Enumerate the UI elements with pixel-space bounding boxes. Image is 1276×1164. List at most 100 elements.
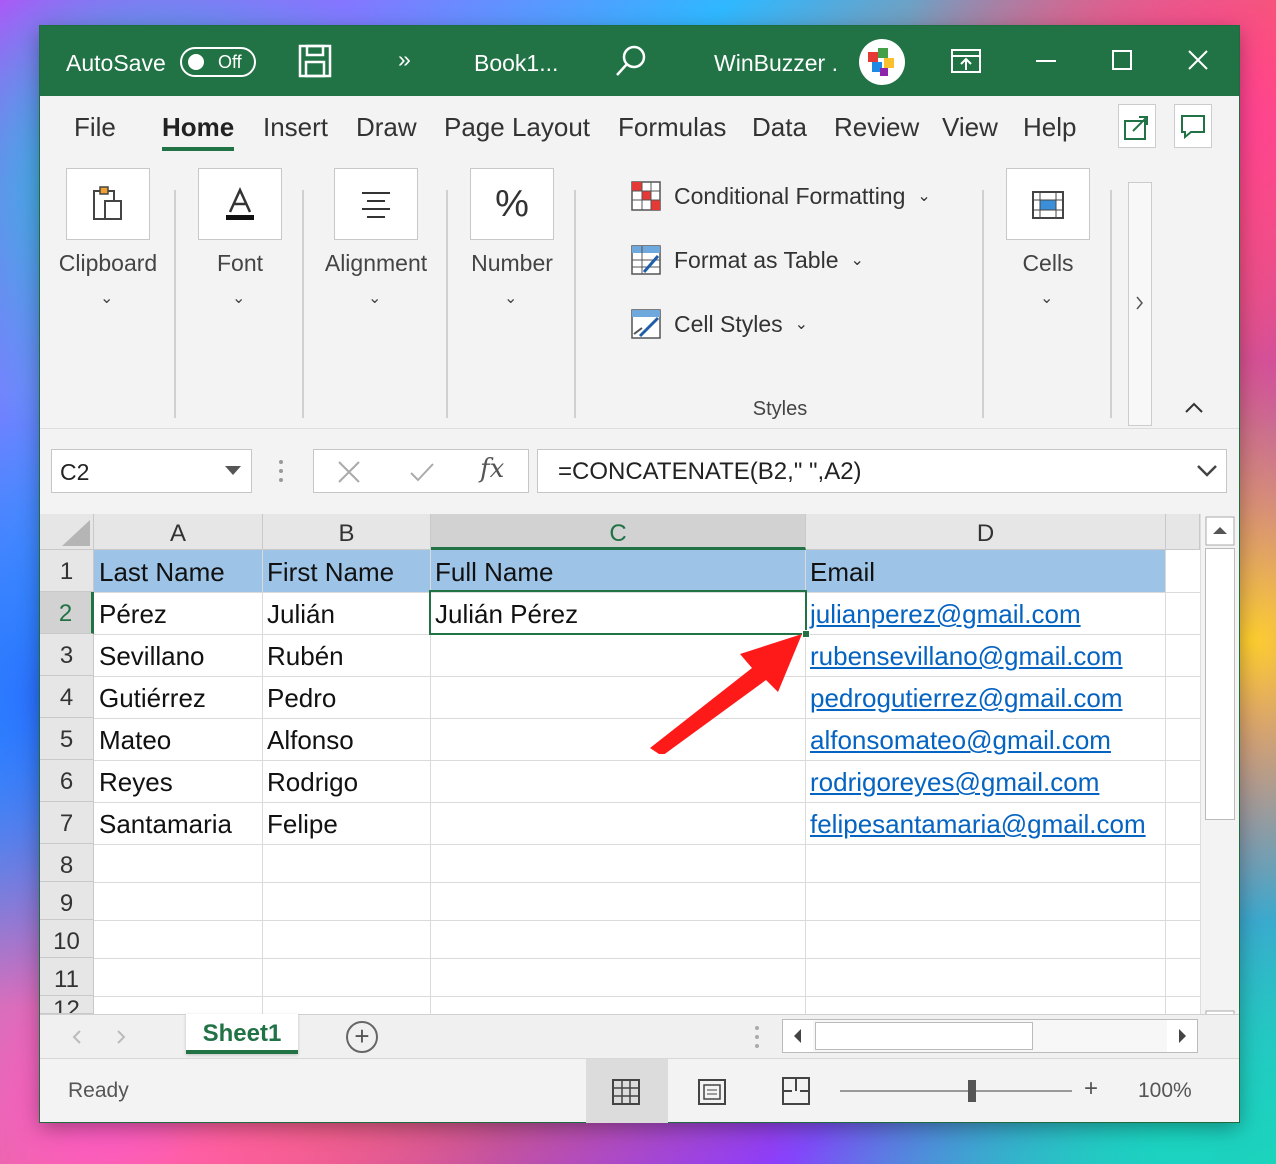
overflow-icon[interactable]: » — [398, 46, 411, 73]
tab-review[interactable]: Review — [834, 112, 919, 143]
page-layout-view-icon[interactable] — [698, 1079, 726, 1105]
column-header-c[interactable]: C — [431, 514, 806, 550]
collapse-ribbon-icon[interactable] — [1182, 398, 1206, 422]
column-header-a[interactable]: A — [94, 514, 263, 550]
cell-styles-button[interactable]: Cell Styles ⌄ — [630, 308, 808, 340]
page-break-view-icon[interactable] — [782, 1077, 810, 1105]
ribbon-scroll[interactable] — [1128, 182, 1152, 426]
normal-view-button[interactable] — [586, 1059, 668, 1123]
alignment-button[interactable] — [334, 168, 418, 240]
cell-a6[interactable]: Reyes — [99, 767, 173, 798]
cell-d7[interactable]: felipesantamaria@gmail.com — [810, 809, 1146, 840]
cell-b2[interactable]: Julián — [267, 599, 335, 630]
row-header-12[interactable]: 12 — [40, 996, 94, 1014]
row-header-2[interactable]: 2 — [40, 592, 94, 634]
tab-home[interactable]: Home — [162, 112, 235, 151]
cell-b3[interactable]: Rubén — [267, 641, 344, 672]
zoom-slider[interactable] — [840, 1080, 1072, 1102]
autosave-toggle[interactable]: Off — [180, 47, 256, 77]
cells-button[interactable] — [1006, 168, 1090, 240]
cell-a5[interactable]: Mateo — [99, 725, 171, 756]
chevron-down-icon[interactable]: ⌄ — [232, 288, 245, 307]
h-scroll-thumb[interactable] — [815, 1022, 1033, 1050]
tab-file[interactable]: File — [74, 112, 116, 143]
tab-page-layout[interactable]: Page Layout — [444, 112, 590, 143]
horizontal-scrollbar[interactable] — [782, 1019, 1198, 1053]
comments-button[interactable] — [1174, 104, 1212, 148]
cell-a7[interactable]: Santamaria — [99, 809, 232, 840]
conditional-formatting-button[interactable]: Conditional Formatting ⌄ — [630, 180, 931, 212]
name-box[interactable]: C2 — [51, 449, 252, 493]
cell-c1[interactable]: Full Name — [435, 557, 553, 588]
row-header-4[interactable]: 4 — [40, 676, 94, 718]
formula-controls: fx — [313, 449, 529, 493]
select-all-corner[interactable] — [40, 514, 94, 550]
vertical-scrollbar[interactable] — [1200, 514, 1239, 1040]
row-header-9[interactable]: 9 — [40, 882, 94, 920]
save-icon[interactable] — [298, 44, 332, 82]
row-header-10[interactable]: 10 — [40, 920, 94, 958]
cell-d3[interactable]: rubensevillano@gmail.com — [810, 641, 1123, 672]
clipboard-button[interactable] — [66, 168, 150, 240]
tab-draw[interactable]: Draw — [356, 112, 417, 143]
cell-d1[interactable]: Email — [810, 557, 875, 588]
cell-d5[interactable]: alfonsomateo@gmail.com — [810, 725, 1111, 756]
cell-a1[interactable]: Last Name — [99, 557, 225, 588]
column-header-b[interactable]: B — [263, 514, 431, 550]
gridline — [94, 996, 1200, 997]
ribbon-display-icon[interactable] — [950, 48, 982, 78]
cell-a2[interactable]: Pérez — [99, 599, 167, 630]
font-label: Font — [216, 250, 264, 276]
cell-b5[interactable]: Alfonso — [267, 725, 354, 756]
scroll-up-icon — [1205, 516, 1235, 546]
cell-d6[interactable]: rodrigoreyes@gmail.com — [810, 767, 1099, 798]
tab-data[interactable]: Data — [752, 112, 807, 143]
format-as-table-button[interactable]: Format as Table ⌄ — [630, 244, 864, 276]
row-header-7[interactable]: 7 — [40, 802, 94, 844]
maximize-icon[interactable] — [1102, 40, 1142, 80]
zoom-level[interactable]: 100% — [1138, 1079, 1192, 1103]
insert-function-button[interactable]: fx — [480, 454, 504, 484]
tab-insert[interactable]: Insert — [263, 112, 328, 143]
row-header-1[interactable]: 1 — [40, 550, 94, 592]
avatar[interactable] — [858, 38, 906, 90]
chevron-down-icon[interactable]: ⌄ — [100, 288, 113, 307]
cell-a4[interactable]: Gutiérrez — [99, 683, 206, 714]
tab-formulas[interactable]: Formulas — [618, 112, 726, 143]
zoom-in-icon[interactable]: + — [1084, 1075, 1098, 1103]
row-header-3[interactable]: 3 — [40, 634, 94, 676]
next-sheet-icon — [117, 1030, 126, 1044]
row-header-5[interactable]: 5 — [40, 718, 94, 760]
add-sheet-button[interactable]: + — [346, 1021, 378, 1053]
tab-view[interactable]: View — [942, 112, 998, 143]
close-icon[interactable] — [1178, 40, 1218, 80]
minimize-icon[interactable] — [1026, 40, 1066, 80]
scroll-right-icon — [1167, 1020, 1197, 1052]
search-icon[interactable] — [614, 44, 648, 82]
account-name[interactable]: WinBuzzer . — [714, 50, 838, 77]
scroll-thumb[interactable] — [1205, 548, 1235, 820]
row-header-8[interactable]: 8 — [40, 844, 94, 882]
sheet-tab-sheet1[interactable]: Sheet1 — [186, 1014, 298, 1054]
cell-b6[interactable]: Rodrigo — [267, 767, 358, 798]
cell-b7[interactable]: Felipe — [267, 809, 338, 840]
tab-help[interactable]: Help — [1023, 112, 1076, 143]
row-header-11[interactable]: 11 — [40, 958, 94, 996]
cell-d2[interactable]: julianperez@gmail.com — [810, 599, 1081, 630]
font-button[interactable] — [198, 168, 282, 240]
zoom-slider-thumb[interactable] — [968, 1080, 976, 1102]
column-header-d[interactable]: D — [806, 514, 1166, 550]
share-button[interactable] — [1118, 104, 1156, 148]
file-name[interactable]: Book1... — [474, 50, 558, 77]
cell-a3[interactable]: Sevillano — [99, 641, 205, 672]
chevron-down-icon[interactable]: ⌄ — [1040, 288, 1053, 307]
cell-b4[interactable]: Pedro — [267, 683, 336, 714]
row-header-6[interactable]: 6 — [40, 760, 94, 802]
column-header-e[interactable] — [1166, 514, 1200, 550]
cell-b1[interactable]: First Name — [267, 557, 394, 588]
number-button[interactable]: % — [470, 168, 554, 240]
chevron-down-icon[interactable]: ⌄ — [504, 288, 517, 307]
cell-d4[interactable]: pedrogutierrez@gmail.com — [810, 683, 1123, 714]
chevron-down-icon[interactable]: ⌄ — [368, 288, 381, 307]
formula-input[interactable]: =CONCATENATE(B2," ",A2) — [537, 449, 1227, 493]
